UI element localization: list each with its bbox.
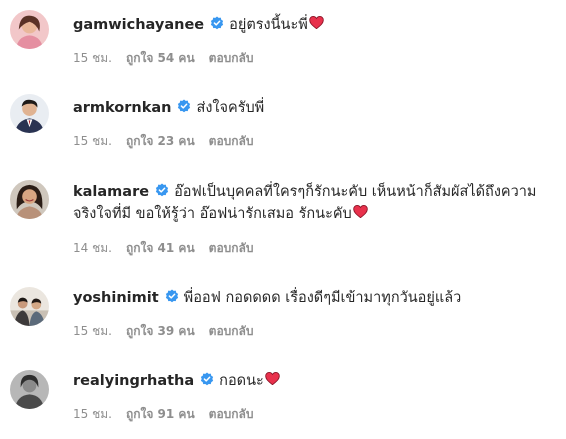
reply-button[interactable]: ตอบกลับ xyxy=(209,241,254,255)
comment-likes[interactable]: ถูกใจ 91 คน xyxy=(126,407,195,421)
comment-text: กอดนะ xyxy=(219,373,264,389)
avatar[interactable] xyxy=(10,180,49,219)
comment-text: พี่ออฟ กอดดดด เรื่องดีๆมีเข้ามาทุกวันอยู… xyxy=(183,290,462,306)
comment-time[interactable]: 14 ชม. xyxy=(73,241,112,255)
verified-badge-icon xyxy=(155,183,169,197)
reply-button[interactable]: ตอบกลับ xyxy=(209,134,254,148)
comment-likes[interactable]: ถูกใจ 39 คน xyxy=(126,324,195,338)
comment-text-line: armkornkan ส่งใจครับพี่ xyxy=(73,97,560,119)
comment-likes[interactable]: ถูกใจ 41 คน xyxy=(126,241,195,255)
comment-meta: 14 ชม. ถูกใจ 41 คน ตอบกลับ xyxy=(73,239,268,258)
reply-button[interactable]: ตอบกลับ xyxy=(209,51,254,65)
comment-meta: 15 ชม. ถูกใจ 39 คน ตอบกลับ xyxy=(73,322,268,341)
comment-text-line: gamwichayanee อยู่ตรงนี้นะพี่ xyxy=(73,14,560,36)
avatar[interactable] xyxy=(10,10,49,49)
red-heart-icon xyxy=(309,16,324,29)
username[interactable]: kalamare xyxy=(73,184,149,200)
verified-badge-icon xyxy=(165,289,179,303)
verified-badge-icon xyxy=(177,99,191,113)
comment-meta: 15 ชม. ถูกใจ 54 คน ตอบกลับ xyxy=(73,49,268,68)
red-heart-icon xyxy=(265,372,280,385)
avatar[interactable] xyxy=(10,94,49,133)
comment-meta: 15 ชม. ถูกใจ 91 คน ตอบกลับ xyxy=(73,405,268,424)
reply-button[interactable]: ตอบกลับ xyxy=(209,324,254,338)
username[interactable]: armkornkan xyxy=(73,100,171,116)
username[interactable]: gamwichayanee xyxy=(73,17,204,33)
comment-text: ส่งใจครับพี่ xyxy=(196,100,265,116)
reply-button[interactable]: ตอบกลับ xyxy=(209,407,254,421)
comment-text-line: realyingrhatha กอดนะ xyxy=(73,370,560,392)
red-heart-icon xyxy=(353,205,368,218)
comment-likes[interactable]: ถูกใจ 23 คน xyxy=(126,134,195,148)
comment-time[interactable]: 15 ชม. xyxy=(73,134,112,148)
comment-time[interactable]: 15 ชม. xyxy=(73,324,112,338)
username[interactable]: realyingrhatha xyxy=(73,373,194,389)
username[interactable]: yoshinimit xyxy=(73,290,159,306)
comment-time[interactable]: 15 ชม. xyxy=(73,407,112,421)
comment-likes[interactable]: ถูกใจ 54 คน xyxy=(126,51,195,65)
comment-text-line: yoshinimit พี่ออฟ กอดดดด เรื่องดีๆมีเข้าม… xyxy=(73,287,560,309)
avatar[interactable] xyxy=(10,287,49,326)
avatar[interactable] xyxy=(10,370,49,409)
comment-time[interactable]: 15 ชม. xyxy=(73,51,112,65)
verified-badge-icon xyxy=(210,16,224,30)
comment-meta: 15 ชม. ถูกใจ 23 คน ตอบกลับ xyxy=(73,132,268,151)
verified-badge-icon xyxy=(200,372,214,386)
comment-text: อยู่ตรงนี้นะพี่ xyxy=(229,17,308,33)
comment-text-line: kalamare อ๊อฟเป็นบุคคลที่ใครๆก็รักนะคับ เ… xyxy=(73,181,560,225)
comment-list: gamwichayanee อยู่ตรงนี้นะพี่ 15 ชม. ถูกใจ… xyxy=(0,0,566,439)
